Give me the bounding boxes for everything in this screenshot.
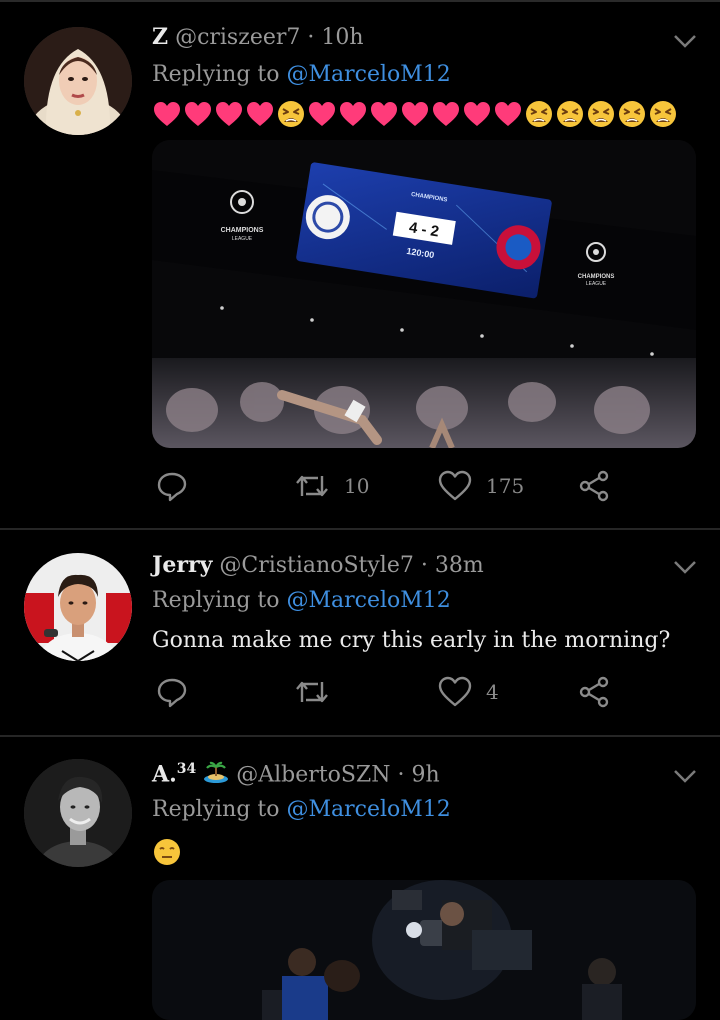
heart-emoji-icon [214,100,244,128]
retweet-icon [296,475,328,497]
timestamp[interactable]: · 9h [397,762,439,787]
replying-label: Replying to [152,62,287,87]
replying-to: Replying to @MarceloM12 [152,62,451,87]
avatar[interactable] [24,27,132,135]
display-name[interactable]: Jerry [152,552,212,578]
share-icon [579,470,609,502]
reply-icon [157,678,187,708]
heart-icon [438,676,472,707]
replying-label: Replying to [152,797,287,822]
mention-link[interactable]: @MarceloM12 [287,797,451,822]
like-button[interactable]: 175 [438,470,524,502]
tired-face-emoji-icon [276,100,306,128]
media-image[interactable] [152,880,696,1020]
svg-text:CHAMPIONS: CHAMPIONS [221,227,264,234]
share-button[interactable] [578,470,610,502]
tweet-actions: 10 175 [152,470,622,510]
replying-label: Replying to [152,588,287,613]
timestamp[interactable]: · 10h [307,25,363,50]
like-count: 4 [486,680,499,704]
heart-emoji-icon [307,100,337,128]
heart-emoji-icon [462,100,492,128]
retweet-count: 10 [344,474,370,498]
heart-emoji-icon [400,100,430,128]
retweet-button[interactable]: 10 [294,470,369,502]
svg-text:LEAGUE: LEAGUE [586,281,607,287]
tired-face-emoji-icon [555,100,585,128]
svg-text:LEAGUE: LEAGUE [232,236,253,242]
mention-link[interactable]: @MarceloM12 [287,588,451,613]
heart-emoji-icon [369,100,399,128]
heart-emoji-icon [245,100,275,128]
heart-emoji-icon [493,100,523,128]
share-icon [579,676,609,708]
retweet-button[interactable] [294,676,344,708]
timestamp[interactable]: · 38m [421,553,484,578]
tweet-header: Z @criszeer7 · 10h [152,24,364,50]
reply-icon [157,472,187,502]
tired-face-emoji-icon [648,100,678,128]
chevron-down-icon[interactable] [672,558,698,576]
tweet-header: Jerry @CristianoStyle7 · 38m [152,552,484,578]
island-emoji-icon [203,761,229,784]
chevron-down-icon[interactable] [672,32,698,50]
heart-emoji-icon [431,100,461,128]
retweet-icon [296,681,328,703]
heart-icon [438,470,472,501]
heart-emoji-icon [183,100,213,128]
avatar[interactable] [24,553,132,661]
avatar[interactable] [24,759,132,867]
heart-emoji-icon [338,100,368,128]
media-image[interactable]: CHAMPIONS LEAGUE CHAMPIONS 4 - 2 120:00 [152,140,696,448]
svg-text:CHAMPIONS: CHAMPIONS [578,274,615,280]
tweet-text: Gonna make me cry this early in the morn… [152,628,671,653]
like-count: 175 [486,474,525,498]
chevron-down-icon[interactable] [672,767,698,785]
handle[interactable]: @criszeer7 [175,25,300,50]
display-name[interactable]: Z [152,24,168,50]
handle[interactable]: @AlbertoSZN [236,762,390,787]
expressionless-face-icon [152,837,182,867]
tired-face-emoji-icon [524,100,554,128]
tweet[interactable]: Z @criszeer7 · 10h Replying to @MarceloM… [0,0,720,528]
name-superscript: 34 [176,761,197,777]
reply-button[interactable] [156,470,188,502]
display-name[interactable]: A. [152,761,177,787]
tired-face-emoji-icon [586,100,616,128]
mention-link[interactable]: @MarceloM12 [287,62,451,87]
tired-face-emoji-icon [617,100,647,128]
share-button[interactable] [578,676,610,708]
replying-to: Replying to @MarceloM12 [152,588,451,613]
like-button[interactable]: 4 [438,676,499,708]
tweet-header: A.34 @AlbertoSZN · 9h [152,761,440,787]
tweet[interactable]: Jerry @CristianoStyle7 · 38m Replying to… [0,530,720,735]
heart-emoji-icon [152,100,182,128]
tweet[interactable]: A.34 @AlbertoSZN · 9h Replying to @Marce… [0,737,720,1020]
tweet-emoji-text [152,100,678,128]
tweet-actions: 4 [152,676,622,716]
reply-button[interactable] [156,676,188,708]
handle[interactable]: @CristianoStyle7 [219,553,413,578]
replying-to: Replying to @MarceloM12 [152,797,451,822]
